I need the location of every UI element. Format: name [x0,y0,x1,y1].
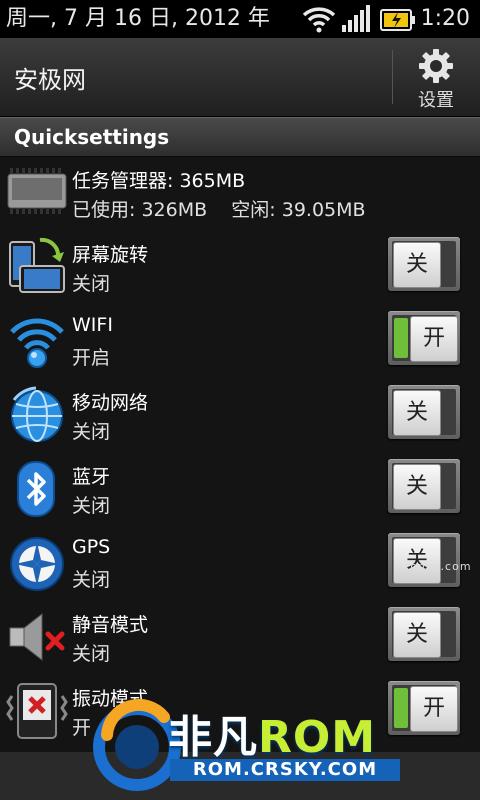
speaker-muted-icon [9,612,65,662]
gps-compass-icon [10,537,64,591]
status-time: 1:20 [420,6,470,31]
mobile-network-toggle-knob: 关 [393,390,441,436]
wifi-toggle-knob: 开 [410,316,458,362]
gps-state: 关闭 [72,569,111,591]
silent-toggle[interactable]: 关 [388,607,460,661]
vibrate-phone-icon [6,683,68,739]
header-divider [392,50,393,104]
memory-chip-icon [7,168,67,214]
silent-label: 静音模式 [72,614,149,636]
setting-row-silent: 静音模式 关闭 关 [0,602,480,672]
rotation-toggle-knob: 关 [393,242,441,288]
section-header: Quicksettings [0,117,480,157]
wifi-toggle[interactable]: 开 [388,311,460,365]
mobile-network-toggle[interactable]: 关 [388,385,460,439]
rotation-label: 屏幕旋转 [72,244,149,266]
screen-rotation-icon [9,237,65,293]
crsky-logo: 非凡ROM ROM.CRSKY.COM [92,695,412,795]
app-header: 安极网 设置 [0,38,480,117]
logo-brand-cn: 非凡 [168,712,258,763]
task-manager-usage: 已使用: 326MB 空闲: 39.05MB [72,199,366,221]
vibrate-state: 开 [72,717,92,739]
wifi-signal-icon [302,7,336,33]
gps-label: GPS [72,536,111,558]
bluetooth-label: 蓝牙 [72,466,111,488]
mobile-network-state: 关闭 [72,421,111,443]
logo-brand-rom: ROM [258,712,377,763]
app-title: 安极网 [14,66,86,94]
status-icons [300,4,420,34]
status-date: 周一, 7 月 16 日, 2012 年 [6,6,270,31]
gear-icon [419,49,453,83]
watermark-text: romzj.com [405,560,472,573]
silent-state: 关闭 [72,643,111,665]
mobile-network-label: 移动网络 [72,392,149,414]
logo-url: ROM.CRSKY.COM [170,759,400,781]
setting-row-bluetooth: 蓝牙 关闭 关 [0,454,480,524]
logo-brand: 非凡ROM [168,701,376,765]
wifi-state: 开启 [72,347,111,369]
settings-label: 设置 [418,90,454,111]
rotation-toggle[interactable]: 关 [388,237,460,291]
rotation-state: 关闭 [72,273,111,295]
bluetooth-state: 关闭 [72,495,111,517]
bluetooth-toggle[interactable]: 关 [388,459,460,513]
bluetooth-icon [17,461,55,517]
setting-row-rotation: 屏幕旋转 关闭 关 [0,232,480,302]
task-manager-title: 任务管理器: 365MB [72,170,246,192]
silent-toggle-knob: 关 [393,612,441,658]
settings-button[interactable]: 设置 [400,42,472,114]
setting-row-mobile-network: 移动网络 关闭 关 [0,380,480,450]
status-bar: 周一, 7 月 16 日, 2012 年 1:20 [0,0,480,38]
task-manager-row[interactable]: 任务管理器: 365MB 已使用: 326MB 空闲: 39.05MB [0,160,480,222]
globe-network-icon [11,386,63,442]
wifi-icon [10,318,64,368]
vibrate-toggle-knob: 开 [410,686,458,732]
bluetooth-toggle-knob: 关 [393,464,441,510]
setting-row-wifi: WIFI 开启 开 [0,306,480,376]
section-title: Quicksettings [14,125,170,149]
wifi-label: WIFI [72,314,113,336]
cell-signal-icon [342,5,370,32]
battery-charging-icon [380,9,415,31]
